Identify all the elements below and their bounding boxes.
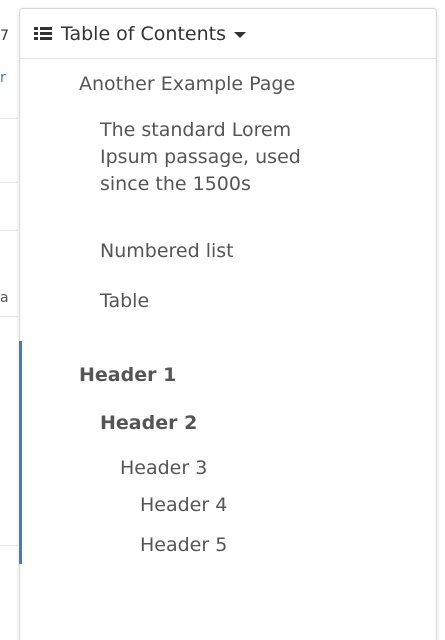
background-text-fragment: a <box>0 290 9 306</box>
toc-item-lorem-ipsum-passage[interactable]: The standard Lorem Ipsum passage, used s… <box>100 117 350 198</box>
toc-item-table[interactable]: Table <box>100 288 149 315</box>
toc-dropdown: Table of Contents <box>19 8 437 640</box>
background-divider <box>0 230 18 231</box>
background-divider <box>0 118 18 119</box>
toc-toggle-button[interactable]: Table of Contents <box>20 9 436 59</box>
background-page-edge: 7 r a <box>0 0 20 640</box>
toc-item-header-2[interactable]: Header 2 <box>100 410 197 437</box>
background-text-fragment: 7 <box>0 28 9 44</box>
toc-item-header-3[interactable]: Header 3 <box>120 455 207 482</box>
background-link-fragment: r <box>0 70 6 86</box>
toc-item-numbered-list[interactable]: Numbered list <box>100 238 234 265</box>
toc-item-header-4[interactable]: Header 4 <box>140 492 227 519</box>
caret-down-icon <box>234 32 246 38</box>
background-divider <box>0 316 18 317</box>
list-icon <box>34 26 53 41</box>
background-divider <box>0 182 18 183</box>
background-divider <box>0 545 18 546</box>
toc-item-header-5[interactable]: Header 5 <box>140 532 227 559</box>
toc-item-another-example-page[interactable]: Another Example Page <box>79 71 295 98</box>
page: 7 r a Table of Contents Another Example … <box>0 0 445 640</box>
active-section-indicator <box>19 341 22 564</box>
toc-title: Table of Contents <box>61 22 226 45</box>
toc-item-header-1[interactable]: Header 1 <box>79 362 176 389</box>
